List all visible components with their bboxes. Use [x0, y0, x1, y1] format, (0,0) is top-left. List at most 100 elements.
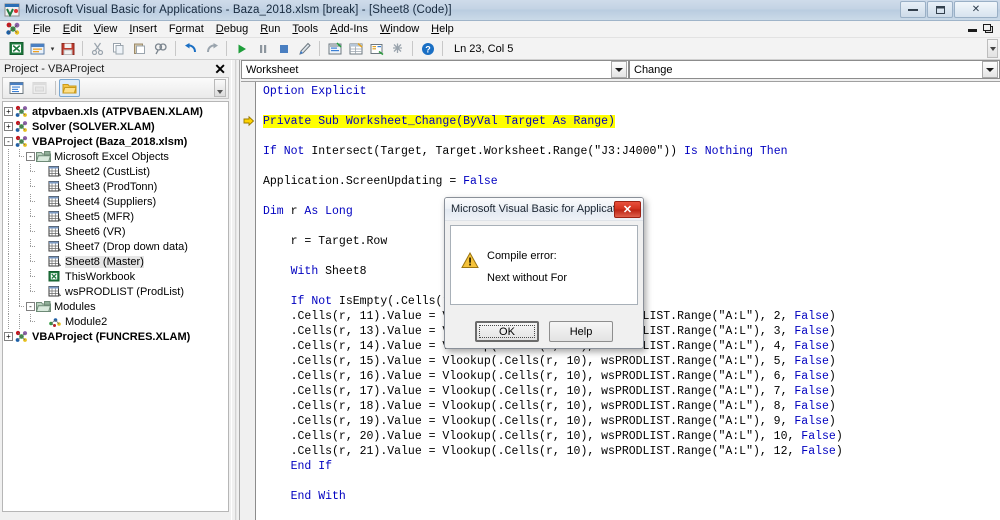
code-line[interactable]: .Cells(r, 20).Value = Vlookup(.Cells(r, …: [257, 429, 1000, 444]
help-icon[interactable]: ?: [418, 39, 437, 58]
project-tree-item[interactable]: Sheet6 (VR): [3, 224, 228, 239]
dialog-ok-button[interactable]: OK: [475, 321, 539, 342]
menu-item-file[interactable]: File: [27, 22, 57, 37]
tree-expander-icon[interactable]: +: [3, 122, 14, 131]
dialog-help-button[interactable]: Help: [549, 321, 613, 342]
menu-item-edit[interactable]: Edit: [57, 22, 88, 37]
code-line[interactable]: Option Explicit: [257, 84, 1000, 99]
object-combo[interactable]: Worksheet: [241, 60, 629, 79]
project-tree-item[interactable]: - Microsoft Excel Objects: [3, 149, 228, 164]
project-tree-item[interactable]: Sheet4 (Suppliers): [3, 194, 228, 209]
mdi-minimize-button[interactable]: [968, 29, 977, 32]
maximize-button[interactable]: [927, 1, 953, 18]
tree-expander-icon[interactable]: +: [3, 107, 14, 116]
toolbox-icon[interactable]: [388, 39, 407, 58]
project-tree-item-label: Sheet3 (ProdTonn): [65, 180, 158, 193]
view-object-button[interactable]: [29, 79, 50, 97]
code-line[interactable]: .Cells(r, 17).Value = Vlookup(.Cells(r, …: [257, 384, 1000, 399]
menu-item-help[interactable]: Help: [425, 22, 460, 37]
close-button[interactable]: ✕: [954, 1, 998, 18]
project-tree-item[interactable]: + VBAProject (FUNCRES.XLAM): [3, 329, 228, 344]
menu-item-debug[interactable]: Debug: [210, 22, 254, 37]
code-line[interactable]: [257, 504, 1000, 519]
project-tree-item[interactable]: + Solver (SOLVER.XLAM): [3, 119, 228, 134]
tree-expander-icon[interactable]: -: [25, 152, 36, 161]
menu-item-insert[interactable]: Insert: [123, 22, 163, 37]
code-line[interactable]: End With: [257, 489, 1000, 504]
panel-splitter[interactable]: [231, 60, 240, 520]
tree-connector: [25, 179, 36, 194]
project-tree-item[interactable]: Module2: [3, 314, 228, 329]
code-line[interactable]: .Cells(r, 19).Value = Vlookup(.Cells(r, …: [257, 414, 1000, 429]
folder-icon: [36, 150, 51, 164]
chevron-down-icon[interactable]: [611, 61, 627, 78]
tree-expander-icon[interactable]: +: [3, 332, 14, 341]
tree-indent-guide: [3, 209, 14, 224]
code-line[interactable]: Private Sub Worksheet_Change(ByVal Targe…: [257, 114, 1000, 129]
project-tree-item[interactable]: Sheet7 (Drop down data): [3, 239, 228, 254]
tree-expander-icon[interactable]: -: [3, 137, 14, 146]
worksheet-icon: [47, 210, 62, 224]
design-mode-icon[interactable]: [295, 39, 314, 58]
project-tree-item[interactable]: wsPRODLIST (ProdList): [3, 284, 228, 299]
project-tree-item[interactable]: + atpvbaen.xls (ATPVBAEN.XLAM): [3, 104, 228, 119]
view-excel-icon[interactable]: [7, 39, 26, 58]
code-line[interactable]: End If: [257, 459, 1000, 474]
code-gutter[interactable]: [241, 82, 256, 520]
code-line[interactable]: .Cells(r, 21).Value = Vlookup(.Cells(r, …: [257, 444, 1000, 459]
find-icon[interactable]: [151, 39, 170, 58]
cut-icon[interactable]: [88, 39, 107, 58]
run-icon[interactable]: [232, 39, 251, 58]
toggle-folders-button[interactable]: [59, 79, 80, 97]
tree-connector: [25, 254, 36, 269]
object-browser-icon[interactable]: [367, 39, 386, 58]
project-tree-item[interactable]: Sheet8 (Master): [3, 254, 228, 269]
project-explorer-icon[interactable]: [325, 39, 344, 58]
chevron-down-icon[interactable]: [982, 61, 998, 78]
project-tree-item[interactable]: ThisWorkbook: [3, 269, 228, 284]
code-line[interactable]: .Cells(r, 16).Value = Vlookup(.Cells(r, …: [257, 369, 1000, 384]
project-toolbar-overflow-button[interactable]: [214, 79, 226, 97]
menu-item-window[interactable]: Window: [374, 22, 425, 37]
reset-icon[interactable]: [274, 39, 293, 58]
minimize-button[interactable]: [900, 1, 926, 18]
project-tree-item-label: wsPRODLIST (ProdList): [65, 285, 184, 298]
code-line[interactable]: [257, 474, 1000, 489]
insert-userform-icon[interactable]: [28, 39, 47, 58]
project-tree-item[interactable]: Sheet3 (ProdTonn): [3, 179, 228, 194]
tree-indent-guide: [3, 239, 14, 254]
menu-item-format[interactable]: Format: [163, 22, 210, 37]
dialog-close-button[interactable]: ✕: [614, 200, 641, 218]
menu-item-view[interactable]: View: [88, 22, 124, 37]
code-line[interactable]: If Not Intersect(Target, Target.Workshee…: [257, 144, 1000, 159]
project-tree-item[interactable]: - Modules: [3, 299, 228, 314]
project-explorer-close-icon[interactable]: ✕: [212, 62, 228, 76]
procedure-combo[interactable]: Change: [629, 60, 1000, 79]
code-line[interactable]: [257, 99, 1000, 114]
break-icon[interactable]: [253, 39, 272, 58]
code-line[interactable]: [257, 159, 1000, 174]
toolbar-overflow-button[interactable]: [987, 39, 998, 58]
project-tree[interactable]: + atpvbaen.xls (ATPVBAEN.XLAM) + Solver (SO…: [2, 101, 229, 512]
redo-icon[interactable]: [202, 39, 221, 58]
undo-icon[interactable]: [181, 39, 200, 58]
copy-icon[interactable]: [109, 39, 128, 58]
menu-item-tools[interactable]: Tools: [286, 22, 324, 37]
insert-dropdown-icon[interactable]: ▾: [48, 45, 57, 53]
mdi-restore-button[interactable]: [983, 24, 994, 37]
menu-item-addins[interactable]: Add-Ins: [324, 22, 374, 37]
save-icon[interactable]: [58, 39, 77, 58]
code-line[interactable]: .Cells(r, 15).Value = Vlookup(.Cells(r, …: [257, 354, 1000, 369]
tree-expander-icon[interactable]: -: [25, 302, 36, 311]
properties-window-icon[interactable]: [346, 39, 365, 58]
paste-icon[interactable]: [130, 39, 149, 58]
code-line[interactable]: Application.ScreenUpdating = False: [257, 174, 1000, 189]
vba-project-icon: [14, 120, 29, 134]
project-tree-item[interactable]: Sheet5 (MFR): [3, 209, 228, 224]
menu-item-run[interactable]: Run: [254, 22, 286, 37]
project-tree-item[interactable]: Sheet2 (CustList): [3, 164, 228, 179]
code-line[interactable]: .Cells(r, 18).Value = Vlookup(.Cells(r, …: [257, 399, 1000, 414]
view-code-button[interactable]: [6, 79, 27, 97]
code-line[interactable]: [257, 129, 1000, 144]
project-tree-item[interactable]: - VBAProject (Baza_2018.xlsm): [3, 134, 228, 149]
